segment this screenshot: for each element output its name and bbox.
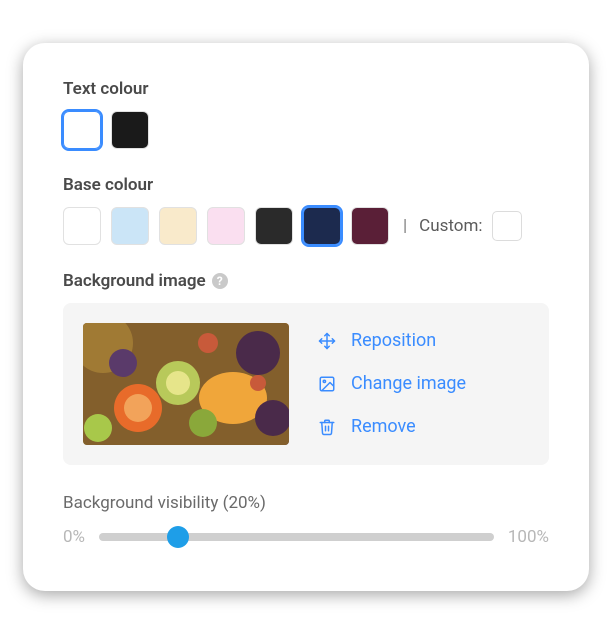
base-colour-swatch-6[interactable] (351, 207, 389, 245)
custom-colour-swatch[interactable] (492, 211, 522, 241)
base-colour-swatches: | Custom: (63, 207, 549, 245)
base-colour-swatch-1[interactable] (111, 207, 149, 245)
appearance-settings-card: Text colour Base colour | Custom: Backgro… (23, 43, 589, 591)
visibility-slider-thumb[interactable] (167, 526, 189, 548)
reposition-label: Reposition (351, 330, 436, 351)
background-image-panel: Reposition Change image Remove (63, 303, 549, 465)
base-colour-swatch-4[interactable] (255, 207, 293, 245)
slider-min-label: 0% (63, 527, 85, 547)
base-colour-swatch-5[interactable] (303, 207, 341, 245)
base-colour-swatch-3[interactable] (207, 207, 245, 245)
text-colour-swatch-0[interactable] (63, 111, 101, 149)
swatch-divider: | (403, 216, 407, 236)
image-icon (317, 374, 337, 394)
visibility-slider[interactable] (99, 533, 494, 541)
background-image-thumbnail (83, 323, 289, 445)
base-colour-swatch-0[interactable] (63, 207, 101, 245)
trash-icon (317, 417, 337, 437)
base-colour-swatch-2[interactable] (159, 207, 197, 245)
change-image-label: Change image (351, 373, 466, 394)
base-colour-label-text: Base colour (63, 175, 153, 195)
reposition-button[interactable]: Reposition (317, 330, 466, 351)
text-colour-label-text: Text colour (63, 79, 148, 99)
text-colour-label: Text colour (63, 79, 549, 99)
custom-colour-label: Custom: (419, 216, 482, 236)
visibility-label: Background visibility (20%) (63, 493, 549, 513)
visibility-slider-row: 0% 100% (63, 527, 549, 547)
move-icon (317, 331, 337, 351)
change-image-button[interactable]: Change image (317, 373, 466, 394)
background-image-label-text: Background image (63, 271, 206, 291)
text-colour-swatches (63, 111, 549, 149)
text-colour-swatch-1[interactable] (111, 111, 149, 149)
remove-label: Remove (351, 416, 416, 437)
background-image-actions: Reposition Change image Remove (317, 330, 466, 437)
background-image-label: Background image ? (63, 271, 549, 291)
help-icon[interactable]: ? (212, 273, 228, 289)
remove-button[interactable]: Remove (317, 416, 466, 437)
slider-max-label: 100% (508, 527, 549, 547)
base-colour-label: Base colour (63, 175, 549, 195)
